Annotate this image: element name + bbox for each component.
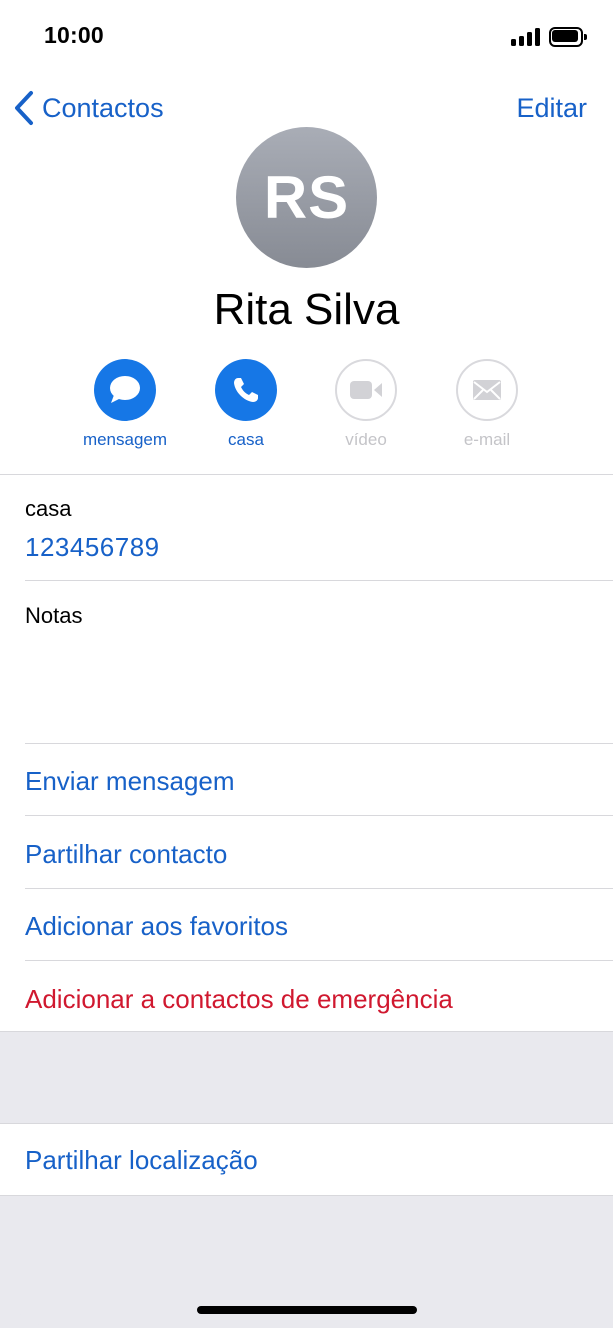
phone-icon <box>215 359 277 421</box>
divider <box>25 960 613 961</box>
send-message-row[interactable]: Enviar mensagem <box>25 766 235 797</box>
call-action-button[interactable]: casa <box>196 359 296 450</box>
message-action-button[interactable]: mensagem <box>75 359 175 450</box>
status-time: 10:00 <box>44 22 104 48</box>
back-button[interactable]: Contactos <box>12 90 164 126</box>
chevron-left-icon <box>15 91 33 125</box>
video-action-label: vídeo <box>345 430 387 449</box>
divider <box>0 474 613 475</box>
video-action-button[interactable]: vídeo <box>316 359 416 450</box>
divider <box>25 580 613 581</box>
add-emergency-contact-row[interactable]: Adicionar a contactos de emergência <box>25 984 453 1015</box>
email-action-label: e-mail <box>463 430 511 449</box>
notes-field[interactable] <box>25 630 595 735</box>
contact-detail-screen: 10:00 Contactos Editar RS Rita Silva men… <box>0 0 613 1328</box>
contact-name: Rita Silva <box>213 285 400 334</box>
avatar-initials: RS <box>263 164 350 231</box>
message-action-label: mensagem <box>82 430 168 449</box>
share-location-card: Partilhar localização <box>0 1123 613 1196</box>
message-bubble-icon <box>94 359 156 421</box>
edit-button[interactable]: Editar <box>516 93 587 124</box>
notes-label: Notas <box>25 603 83 628</box>
contact-card: 10:00 Contactos Editar RS Rita Silva men… <box>0 0 613 1032</box>
signal-icon <box>511 28 541 46</box>
divider <box>25 743 613 744</box>
battery-icon <box>549 27 587 47</box>
back-button-label: Contactos <box>42 92 164 123</box>
phone-number-link[interactable]: 123456789 <box>25 532 160 563</box>
add-to-favorites-row[interactable]: Adicionar aos favoritos <box>25 911 288 942</box>
phone-field-label: casa <box>25 496 72 521</box>
share-contact-row[interactable]: Partilhar contacto <box>25 839 227 870</box>
share-location-row[interactable]: Partilhar localização <box>25 1145 258 1176</box>
divider <box>0 1031 613 1032</box>
call-action-label: casa <box>228 430 264 449</box>
divider <box>25 888 613 889</box>
video-camera-icon <box>335 359 397 421</box>
divider <box>25 815 613 816</box>
home-indicator[interactable] <box>197 1306 417 1314</box>
envelope-icon <box>456 359 518 421</box>
avatar: RS <box>236 127 377 268</box>
email-action-button[interactable]: e-mail <box>437 359 537 450</box>
